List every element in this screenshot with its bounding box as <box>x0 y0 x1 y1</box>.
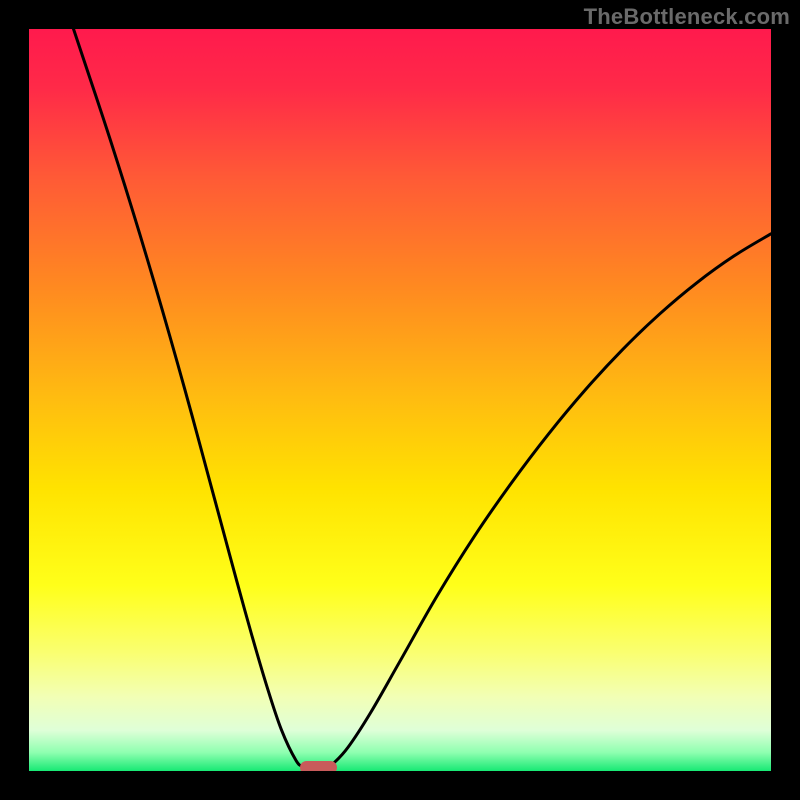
curve-left-branch <box>74 29 319 771</box>
chart-frame: TheBottleneck.com <box>0 0 800 800</box>
bottleneck-curve <box>29 29 771 771</box>
curve-right-branch <box>318 234 771 771</box>
plot-area <box>29 29 771 771</box>
optimal-marker <box>300 761 337 771</box>
watermark-label: TheBottleneck.com <box>584 4 790 30</box>
